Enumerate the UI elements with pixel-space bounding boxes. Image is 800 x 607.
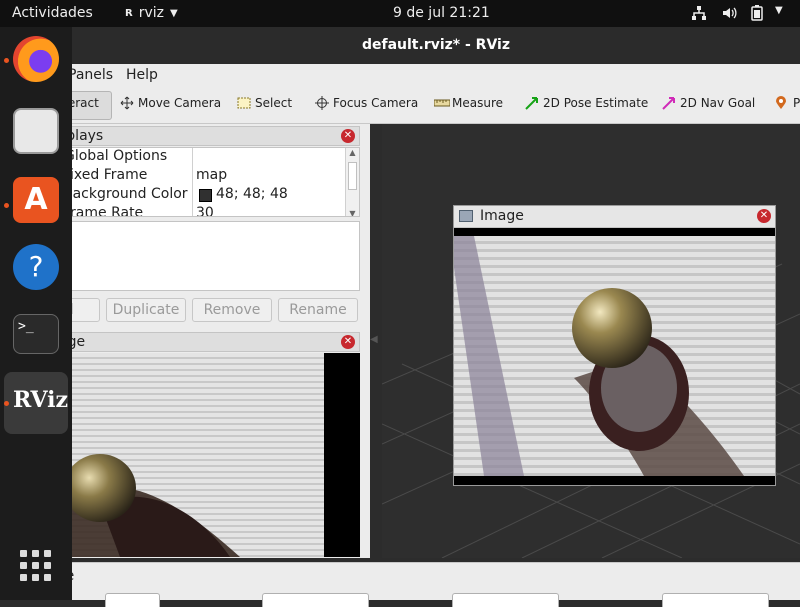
clock[interactable]: 9 de jul 21:21 xyxy=(393,5,490,21)
time-field[interactable] xyxy=(262,593,369,607)
focus-camera-tool[interactable]: Focus Camera xyxy=(315,96,418,110)
window-titlebar: default.rviz* - RViz xyxy=(72,27,800,64)
nav-goal-label: 2D Nav Goal xyxy=(680,96,756,110)
menu-bar: Panels Help xyxy=(68,64,800,87)
publish-point-tool[interactable]: Pu xyxy=(775,96,800,110)
measure-tool-label: Measure xyxy=(452,96,503,110)
ruler-icon xyxy=(433,96,451,110)
remove-button[interactable]: Remove xyxy=(192,298,272,322)
scrollbar-thumb[interactable] xyxy=(348,162,357,190)
activities-button[interactable]: Actividades xyxy=(12,5,93,21)
time-field[interactable] xyxy=(662,593,769,607)
pose-estimate-tool[interactable]: 2D Pose Estimate xyxy=(525,96,648,110)
system-menu-chevron-icon[interactable]: ▼ xyxy=(775,5,783,16)
image-window-titlebar[interactable]: Image ✕ xyxy=(454,206,775,228)
app-menu[interactable]: R rviz ▼ xyxy=(125,5,178,21)
select-box-icon xyxy=(237,96,251,110)
pose-estimate-label: 2D Pose Estimate xyxy=(543,96,649,110)
duplicate-button[interactable]: Duplicate xyxy=(106,298,186,322)
color-swatch[interactable] xyxy=(199,189,212,202)
nav-goal-tool[interactable]: 2D Nav Goal xyxy=(662,96,755,110)
measure-tool[interactable]: Measure xyxy=(433,96,503,110)
select-tool-label: Select xyxy=(255,96,293,110)
time-panel: me xyxy=(0,562,800,607)
files-icon[interactable] xyxy=(13,108,59,154)
scroll-down-icon[interactable]: ▼ xyxy=(346,209,359,216)
camera-image-panel xyxy=(60,353,360,557)
camera-image-view xyxy=(454,228,775,485)
running-indicator xyxy=(4,58,9,63)
rviz-dock-icon[interactable]: RViz xyxy=(13,377,68,423)
tree-row-fixed-frame[interactable]: Fixed Frame xyxy=(63,167,147,183)
close-icon[interactable]: ✕ xyxy=(341,335,355,349)
scroll-up-icon[interactable]: ▲ xyxy=(346,148,359,157)
menu-panels[interactable]: Panels xyxy=(68,67,113,83)
battery-icon[interactable] xyxy=(751,5,763,25)
publish-point-label: Pu xyxy=(793,96,800,110)
rviz-app-icon: R xyxy=(125,7,133,19)
app-menu-label: rviz xyxy=(138,5,164,21)
image-icon xyxy=(459,210,473,222)
time-field[interactable] xyxy=(452,593,559,607)
dock: A ? >_ RViz xyxy=(0,27,72,600)
software-center-icon[interactable]: A xyxy=(13,177,59,223)
window-title: default.rviz* - RViz xyxy=(361,37,510,53)
rename-button[interactable]: Rename xyxy=(278,298,358,322)
green-arrow-icon xyxy=(525,96,539,110)
close-icon[interactable]: ✕ xyxy=(341,129,355,143)
close-icon[interactable]: ✕ xyxy=(757,209,771,223)
image-window-title: Image xyxy=(480,208,524,224)
firefox-icon[interactable] xyxy=(13,36,59,82)
running-indicator xyxy=(4,203,9,208)
menu-help[interactable]: Help xyxy=(126,67,158,83)
volume-icon[interactable] xyxy=(721,5,737,25)
move-camera-tool[interactable]: Move Camera xyxy=(120,96,221,110)
frame-rate-value[interactable]: 30 xyxy=(196,205,214,216)
crosshair-icon xyxy=(315,96,329,110)
collapse-arrow-icon[interactable]: ◀ xyxy=(370,334,378,345)
network-icon[interactable] xyxy=(691,5,707,25)
move-arrows-icon xyxy=(120,96,134,110)
show-applications-icon[interactable] xyxy=(20,550,52,582)
tree-row-frame-rate[interactable]: Frame Rate xyxy=(63,205,143,216)
running-indicator xyxy=(4,401,9,406)
chevron-down-icon: ▼ xyxy=(169,7,178,19)
tool-toolbar: Interact Move Camera Select Focus Camera… xyxy=(0,87,800,124)
background-color-value[interactable]: 48; 48; 48 xyxy=(216,186,288,202)
terminal-icon[interactable]: >_ xyxy=(13,314,59,354)
help-icon[interactable]: ? xyxy=(13,244,59,290)
image-window[interactable]: Image ✕ xyxy=(453,205,776,486)
move-camera-label: Move Camera xyxy=(138,96,222,110)
time-field[interactable] xyxy=(105,593,160,607)
magenta-arrow-icon xyxy=(662,96,676,110)
tree-row-global-options[interactable]: Global Options xyxy=(64,148,167,164)
tree-row-background-color[interactable]: Background Color xyxy=(63,186,188,202)
tree-scrollbar[interactable]: ▲ ▼ xyxy=(345,148,359,216)
top-bar: Actividades R rviz ▼ 9 de jul 21:21 ▼ xyxy=(0,0,800,27)
column-divider xyxy=(192,148,193,216)
select-tool[interactable]: Select xyxy=(237,96,292,110)
map-pin-icon xyxy=(775,96,789,110)
fixed-frame-value[interactable]: map xyxy=(196,167,227,183)
focus-camera-label: Focus Camera xyxy=(333,96,419,110)
